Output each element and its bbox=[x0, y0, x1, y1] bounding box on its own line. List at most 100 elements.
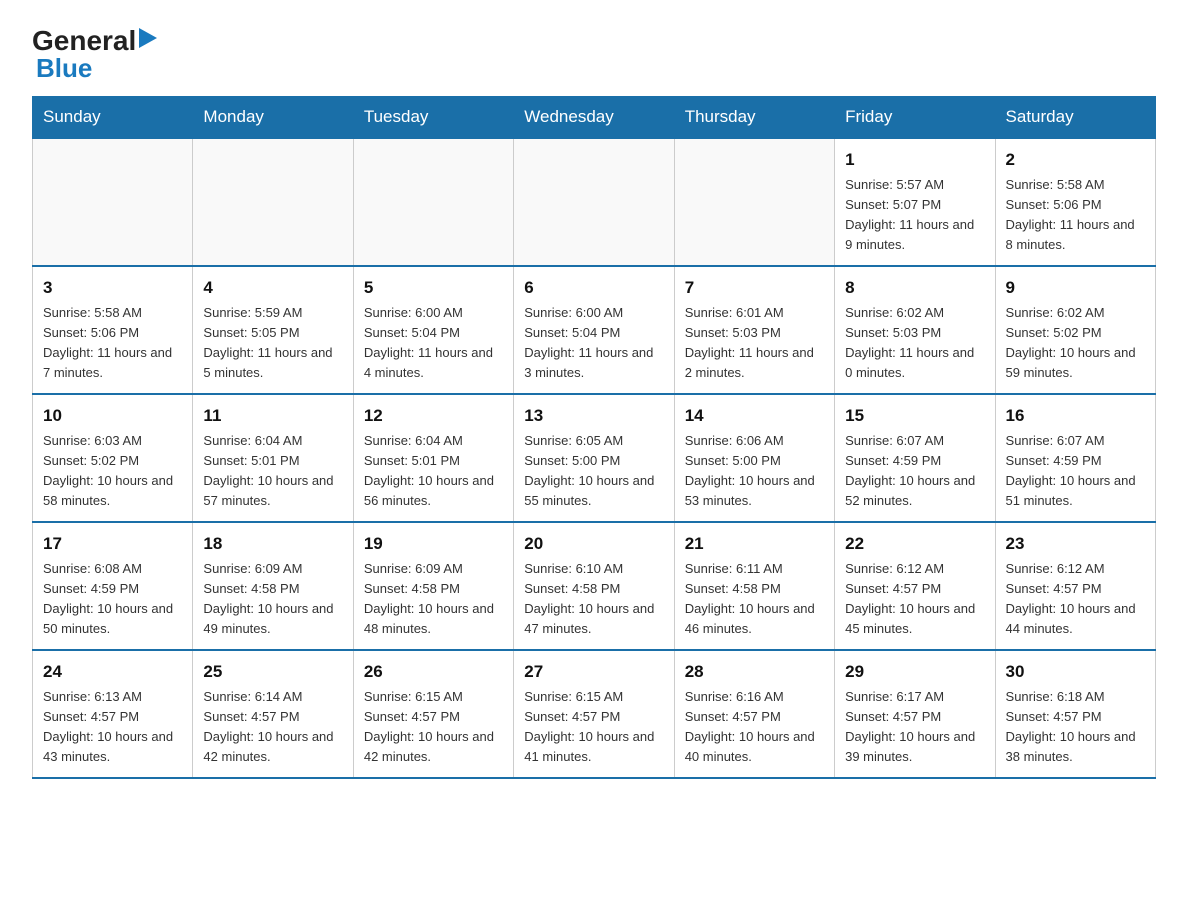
calendar-cell: 7Sunrise: 6:01 AMSunset: 5:03 PMDaylight… bbox=[674, 266, 834, 394]
calendar-cell: 22Sunrise: 6:12 AMSunset: 4:57 PMDayligh… bbox=[835, 522, 995, 650]
calendar-cell: 26Sunrise: 6:15 AMSunset: 4:57 PMDayligh… bbox=[353, 650, 513, 778]
calendar-cell: 24Sunrise: 6:13 AMSunset: 4:57 PMDayligh… bbox=[33, 650, 193, 778]
calendar-cell: 23Sunrise: 6:12 AMSunset: 4:57 PMDayligh… bbox=[995, 522, 1155, 650]
day-info: Sunrise: 6:03 AMSunset: 5:02 PMDaylight:… bbox=[43, 431, 182, 512]
day-info: Sunrise: 6:00 AMSunset: 5:04 PMDaylight:… bbox=[524, 303, 663, 384]
day-number: 7 bbox=[685, 275, 824, 301]
day-number: 3 bbox=[43, 275, 182, 301]
column-header-thursday: Thursday bbox=[674, 97, 834, 139]
day-info: Sunrise: 6:02 AMSunset: 5:03 PMDaylight:… bbox=[845, 303, 984, 384]
day-info: Sunrise: 6:12 AMSunset: 4:57 PMDaylight:… bbox=[1006, 559, 1145, 640]
calendar-cell: 6Sunrise: 6:00 AMSunset: 5:04 PMDaylight… bbox=[514, 266, 674, 394]
calendar-cell: 29Sunrise: 6:17 AMSunset: 4:57 PMDayligh… bbox=[835, 650, 995, 778]
calendar-table: SundayMondayTuesdayWednesdayThursdayFrid… bbox=[32, 96, 1156, 779]
day-info: Sunrise: 6:10 AMSunset: 4:58 PMDaylight:… bbox=[524, 559, 663, 640]
day-info: Sunrise: 6:13 AMSunset: 4:57 PMDaylight:… bbox=[43, 687, 182, 768]
day-number: 23 bbox=[1006, 531, 1145, 557]
day-info: Sunrise: 6:15 AMSunset: 4:57 PMDaylight:… bbox=[524, 687, 663, 768]
day-info: Sunrise: 6:05 AMSunset: 5:00 PMDaylight:… bbox=[524, 431, 663, 512]
calendar-cell: 16Sunrise: 6:07 AMSunset: 4:59 PMDayligh… bbox=[995, 394, 1155, 522]
header: General Blue bbox=[32, 24, 1156, 84]
day-number: 24 bbox=[43, 659, 182, 685]
calendar-cell bbox=[353, 138, 513, 266]
day-number: 12 bbox=[364, 403, 503, 429]
calendar-cell: 21Sunrise: 6:11 AMSunset: 4:58 PMDayligh… bbox=[674, 522, 834, 650]
day-info: Sunrise: 6:02 AMSunset: 5:02 PMDaylight:… bbox=[1006, 303, 1145, 384]
calendar-cell bbox=[33, 138, 193, 266]
calendar-cell: 25Sunrise: 6:14 AMSunset: 4:57 PMDayligh… bbox=[193, 650, 353, 778]
calendar-cell: 14Sunrise: 6:06 AMSunset: 5:00 PMDayligh… bbox=[674, 394, 834, 522]
calendar-cell: 10Sunrise: 6:03 AMSunset: 5:02 PMDayligh… bbox=[33, 394, 193, 522]
calendar-cell: 8Sunrise: 6:02 AMSunset: 5:03 PMDaylight… bbox=[835, 266, 995, 394]
day-info: Sunrise: 6:18 AMSunset: 4:57 PMDaylight:… bbox=[1006, 687, 1145, 768]
day-info: Sunrise: 6:01 AMSunset: 5:03 PMDaylight:… bbox=[685, 303, 824, 384]
day-number: 5 bbox=[364, 275, 503, 301]
day-number: 15 bbox=[845, 403, 984, 429]
day-number: 17 bbox=[43, 531, 182, 557]
day-number: 13 bbox=[524, 403, 663, 429]
day-info: Sunrise: 6:16 AMSunset: 4:57 PMDaylight:… bbox=[685, 687, 824, 768]
column-header-friday: Friday bbox=[835, 97, 995, 139]
day-info: Sunrise: 6:04 AMSunset: 5:01 PMDaylight:… bbox=[364, 431, 503, 512]
day-info: Sunrise: 6:12 AMSunset: 4:57 PMDaylight:… bbox=[845, 559, 984, 640]
calendar-cell: 2Sunrise: 5:58 AMSunset: 5:06 PMDaylight… bbox=[995, 138, 1155, 266]
logo-blue: Blue bbox=[36, 53, 92, 84]
calendar-cell: 4Sunrise: 5:59 AMSunset: 5:05 PMDaylight… bbox=[193, 266, 353, 394]
logo: General Blue bbox=[32, 24, 157, 84]
calendar-week-1: 1Sunrise: 5:57 AMSunset: 5:07 PMDaylight… bbox=[33, 138, 1156, 266]
calendar-cell: 13Sunrise: 6:05 AMSunset: 5:00 PMDayligh… bbox=[514, 394, 674, 522]
calendar-cell: 5Sunrise: 6:00 AMSunset: 5:04 PMDaylight… bbox=[353, 266, 513, 394]
day-number: 30 bbox=[1006, 659, 1145, 685]
calendar-cell: 18Sunrise: 6:09 AMSunset: 4:58 PMDayligh… bbox=[193, 522, 353, 650]
calendar-cell: 15Sunrise: 6:07 AMSunset: 4:59 PMDayligh… bbox=[835, 394, 995, 522]
calendar-cell: 30Sunrise: 6:18 AMSunset: 4:57 PMDayligh… bbox=[995, 650, 1155, 778]
calendar-cell: 17Sunrise: 6:08 AMSunset: 4:59 PMDayligh… bbox=[33, 522, 193, 650]
calendar-cell: 11Sunrise: 6:04 AMSunset: 5:01 PMDayligh… bbox=[193, 394, 353, 522]
calendar-cell: 3Sunrise: 5:58 AMSunset: 5:06 PMDaylight… bbox=[33, 266, 193, 394]
day-number: 1 bbox=[845, 147, 984, 173]
day-number: 4 bbox=[203, 275, 342, 301]
logo-general: General bbox=[32, 25, 136, 57]
day-info: Sunrise: 6:04 AMSunset: 5:01 PMDaylight:… bbox=[203, 431, 342, 512]
day-number: 27 bbox=[524, 659, 663, 685]
calendar-week-3: 10Sunrise: 6:03 AMSunset: 5:02 PMDayligh… bbox=[33, 394, 1156, 522]
day-info: Sunrise: 6:09 AMSunset: 4:58 PMDaylight:… bbox=[203, 559, 342, 640]
calendar-cell: 1Sunrise: 5:57 AMSunset: 5:07 PMDaylight… bbox=[835, 138, 995, 266]
day-info: Sunrise: 6:07 AMSunset: 4:59 PMDaylight:… bbox=[1006, 431, 1145, 512]
column-header-monday: Monday bbox=[193, 97, 353, 139]
column-header-tuesday: Tuesday bbox=[353, 97, 513, 139]
day-number: 18 bbox=[203, 531, 342, 557]
calendar-week-5: 24Sunrise: 6:13 AMSunset: 4:57 PMDayligh… bbox=[33, 650, 1156, 778]
calendar-cell bbox=[674, 138, 834, 266]
calendar-cell bbox=[514, 138, 674, 266]
day-number: 8 bbox=[845, 275, 984, 301]
day-info: Sunrise: 6:14 AMSunset: 4:57 PMDaylight:… bbox=[203, 687, 342, 768]
calendar-cell: 19Sunrise: 6:09 AMSunset: 4:58 PMDayligh… bbox=[353, 522, 513, 650]
day-number: 20 bbox=[524, 531, 663, 557]
day-number: 10 bbox=[43, 403, 182, 429]
calendar-week-2: 3Sunrise: 5:58 AMSunset: 5:06 PMDaylight… bbox=[33, 266, 1156, 394]
day-info: Sunrise: 5:59 AMSunset: 5:05 PMDaylight:… bbox=[203, 303, 342, 384]
day-number: 16 bbox=[1006, 403, 1145, 429]
day-number: 19 bbox=[364, 531, 503, 557]
day-number: 9 bbox=[1006, 275, 1145, 301]
calendar-cell: 12Sunrise: 6:04 AMSunset: 5:01 PMDayligh… bbox=[353, 394, 513, 522]
day-info: Sunrise: 6:17 AMSunset: 4:57 PMDaylight:… bbox=[845, 687, 984, 768]
day-number: 21 bbox=[685, 531, 824, 557]
day-info: Sunrise: 6:08 AMSunset: 4:59 PMDaylight:… bbox=[43, 559, 182, 640]
column-header-wednesday: Wednesday bbox=[514, 97, 674, 139]
logo-triangle-icon bbox=[139, 24, 157, 55]
day-number: 28 bbox=[685, 659, 824, 685]
day-number: 11 bbox=[203, 403, 342, 429]
calendar-cell bbox=[193, 138, 353, 266]
day-info: Sunrise: 5:58 AMSunset: 5:06 PMDaylight:… bbox=[43, 303, 182, 384]
column-header-sunday: Sunday bbox=[33, 97, 193, 139]
day-number: 26 bbox=[364, 659, 503, 685]
day-info: Sunrise: 6:11 AMSunset: 4:58 PMDaylight:… bbox=[685, 559, 824, 640]
column-header-saturday: Saturday bbox=[995, 97, 1155, 139]
calendar-cell: 20Sunrise: 6:10 AMSunset: 4:58 PMDayligh… bbox=[514, 522, 674, 650]
day-number: 29 bbox=[845, 659, 984, 685]
day-info: Sunrise: 6:07 AMSunset: 4:59 PMDaylight:… bbox=[845, 431, 984, 512]
day-number: 22 bbox=[845, 531, 984, 557]
day-number: 2 bbox=[1006, 147, 1145, 173]
